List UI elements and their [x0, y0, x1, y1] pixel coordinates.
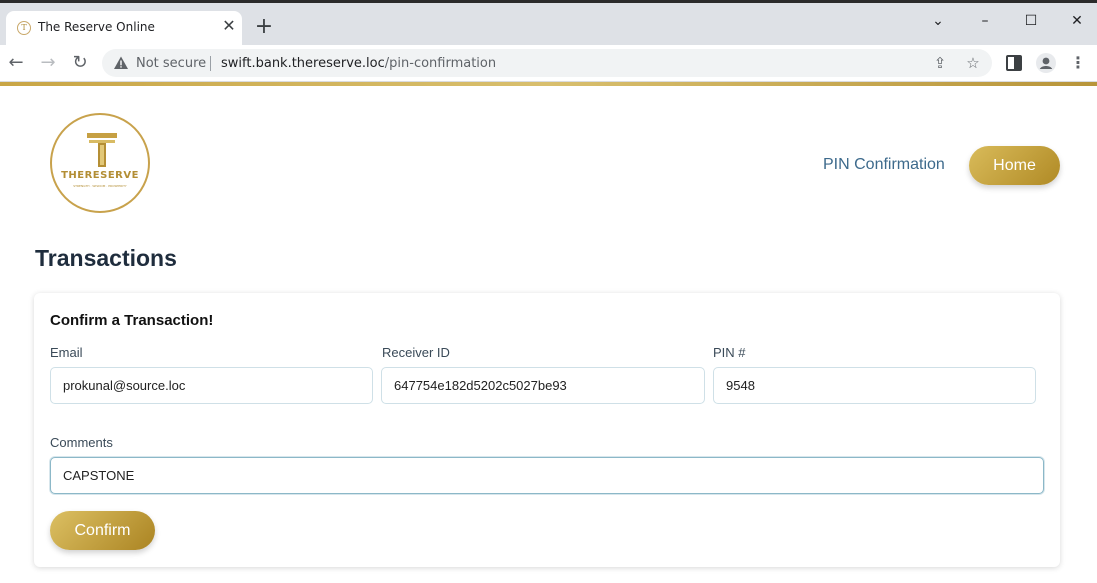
- nav-link-pin-confirmation[interactable]: PIN Confirmation: [823, 156, 945, 174]
- receiver-id-label: Receiver ID: [382, 345, 450, 360]
- back-icon[interactable]: ←: [5, 52, 27, 74]
- browser-toolbar: ← → ↻ Not secure swift.bank.thereserve.l…: [0, 45, 1097, 82]
- confirm-button[interactable]: Confirm: [50, 511, 155, 550]
- home-button[interactable]: Home: [969, 146, 1060, 185]
- url-host: swift.bank.thereserve.loc: [221, 56, 385, 71]
- security-status[interactable]: Not secure: [136, 56, 206, 71]
- email-label: Email: [50, 345, 83, 360]
- tab-search-chevron-icon[interactable]: ⌄: [926, 9, 950, 33]
- logo-tagline: STRENGTH · WISDOM · PROSPERITY: [73, 184, 127, 188]
- comments-label: Comments: [50, 435, 113, 450]
- tab-strip: T The Reserve Online ✕ + ⌄ – ☐ ✕: [0, 3, 1097, 45]
- minimize-icon[interactable]: –: [973, 9, 997, 33]
- menu-kebab-icon[interactable]: ⋮: [1068, 53, 1088, 73]
- new-tab-icon[interactable]: +: [254, 16, 274, 38]
- email-field[interactable]: [50, 367, 373, 404]
- close-window-icon[interactable]: ✕: [1065, 9, 1089, 33]
- forward-icon[interactable]: →: [37, 52, 59, 74]
- reload-icon[interactable]: ↻: [69, 52, 91, 74]
- share-icon[interactable]: ⇪: [931, 54, 949, 72]
- profile-avatar-icon[interactable]: [1036, 53, 1056, 73]
- address-bar[interactable]: Not secure swift.bank.thereserve.loc/pin…: [102, 49, 992, 77]
- url-text[interactable]: swift.bank.thereserve.loc/pin-confirmati…: [221, 56, 496, 71]
- omnibox-divider: [210, 56, 211, 71]
- comments-field[interactable]: [50, 457, 1044, 494]
- browser-tab[interactable]: T The Reserve Online ✕: [6, 11, 242, 45]
- pin-label: PIN #: [713, 345, 746, 360]
- warning-icon: [114, 56, 128, 69]
- logo-wordmark: THERESERVE: [61, 170, 139, 181]
- favicon-icon: T: [17, 21, 31, 35]
- side-panel-icon[interactable]: [1004, 53, 1024, 73]
- receiver-id-field[interactable]: [381, 367, 705, 404]
- gold-header-rule: [0, 82, 1097, 86]
- page-title: Transactions: [35, 245, 177, 271]
- tab-title: The Reserve Online: [38, 20, 155, 34]
- url-path: /pin-confirmation: [384, 56, 497, 71]
- thereserve-logo[interactable]: THERESERVE STRENGTH · WISDOM · PROSPERIT…: [50, 113, 150, 213]
- bookmark-star-icon[interactable]: ☆: [964, 54, 982, 72]
- maximize-icon[interactable]: ☐: [1019, 9, 1043, 33]
- logo-t-mark-icon: [87, 133, 117, 167]
- tab-close-icon[interactable]: ✕: [220, 18, 238, 36]
- card-title: Confirm a Transaction!: [50, 312, 214, 329]
- confirm-transaction-card: Confirm a Transaction! Email Receiver ID…: [34, 293, 1060, 567]
- pin-field[interactable]: [713, 367, 1036, 404]
